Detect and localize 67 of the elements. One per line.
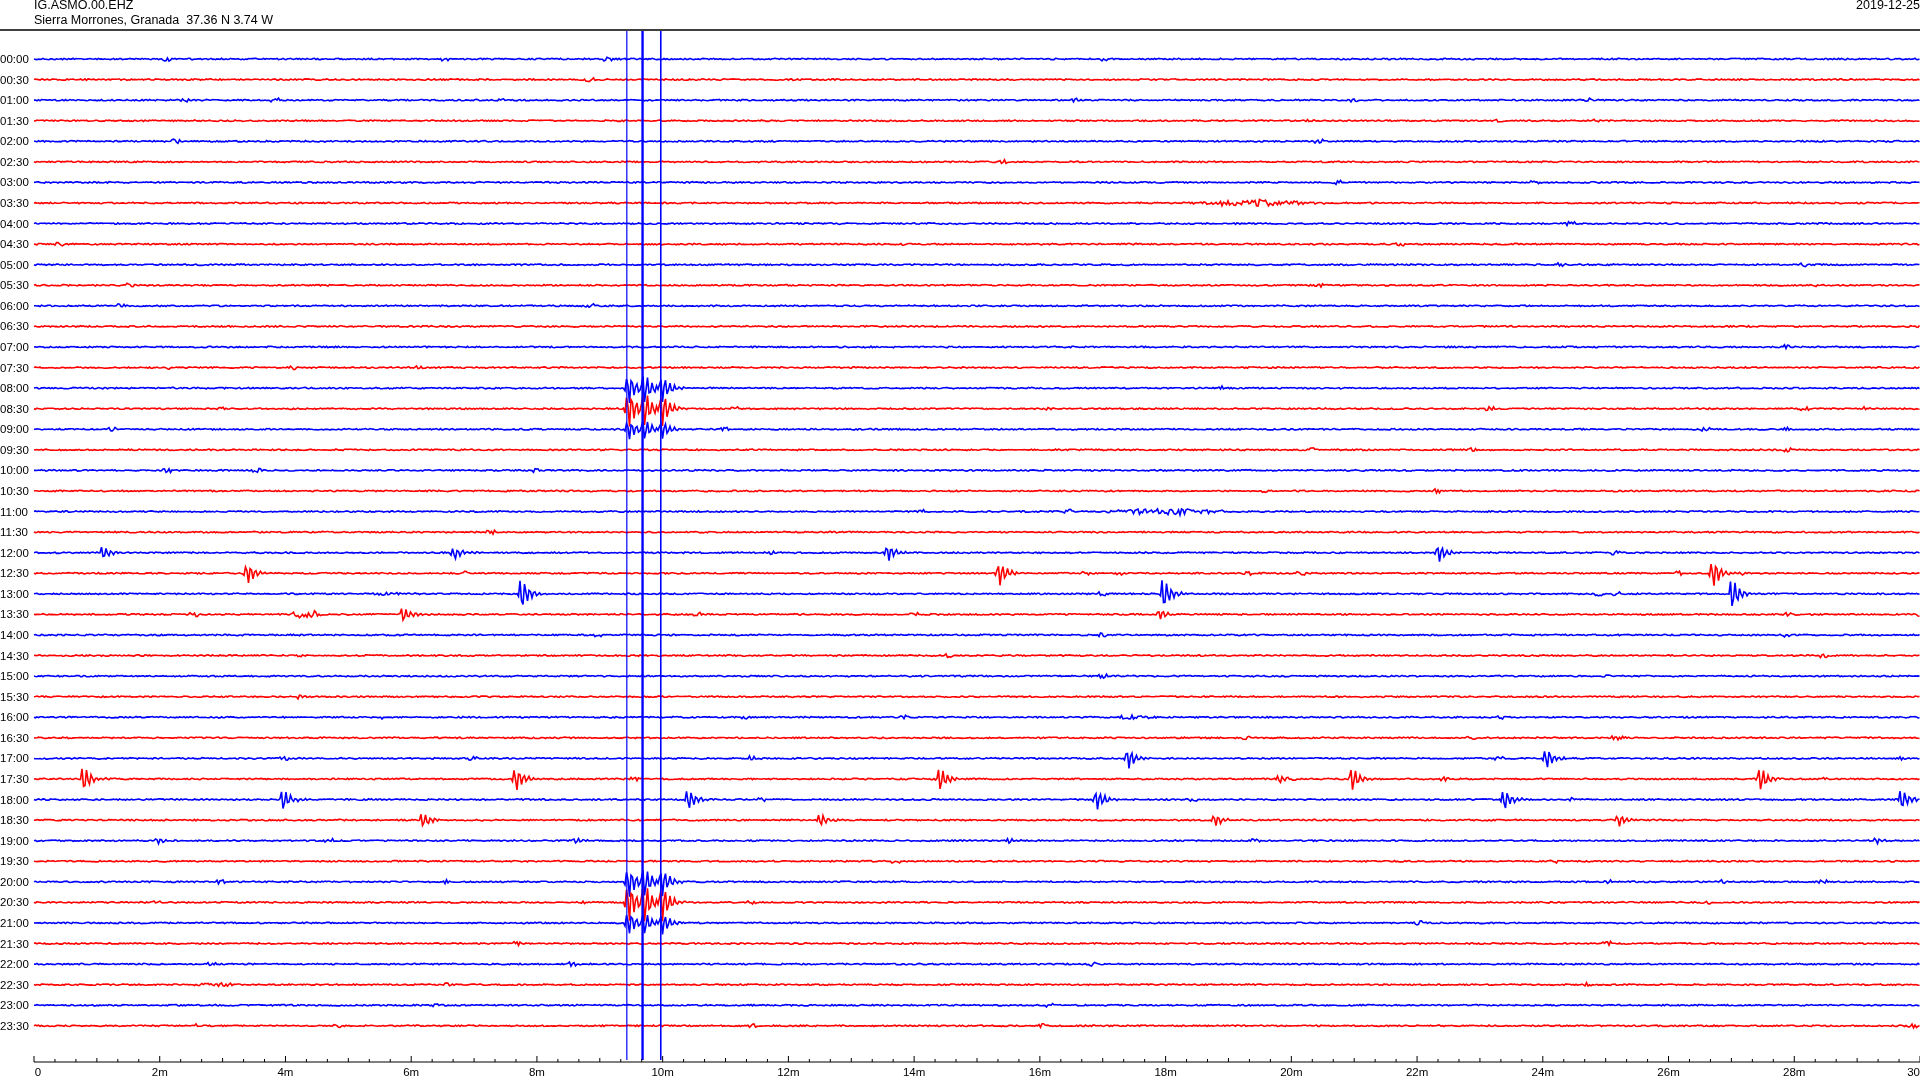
axis-label: 18m xyxy=(1154,1066,1177,1078)
time-label: 02:30 xyxy=(0,155,29,168)
time-label: 04:00 xyxy=(0,217,29,230)
time-label: 19:00 xyxy=(0,834,29,847)
time-label: 02:00 xyxy=(0,135,29,148)
time-label: 21:30 xyxy=(0,937,29,950)
time-label: 00:30 xyxy=(0,73,29,86)
time-label: 06:30 xyxy=(0,320,29,333)
time-label: 10:00 xyxy=(0,464,29,477)
axis-label: 4m xyxy=(277,1066,294,1078)
axis-label: 16m xyxy=(1028,1066,1052,1078)
time-label: 18:30 xyxy=(0,814,29,827)
axis-label: 28m xyxy=(1783,1066,1806,1078)
time-label: 13:00 xyxy=(0,587,29,600)
axis-label: 14m xyxy=(902,1066,926,1078)
time-label: 12:30 xyxy=(0,567,29,580)
axis-label: 2m xyxy=(151,1066,168,1078)
axis-label: 30 xyxy=(1907,1066,1920,1078)
time-label: 07:30 xyxy=(0,361,29,374)
time-label: 23:30 xyxy=(0,1019,29,1032)
time-label: 11:30 xyxy=(0,526,28,539)
time-label: 09:00 xyxy=(0,423,29,436)
time-label: 12:00 xyxy=(0,546,29,559)
axis-label: 24m xyxy=(1531,1066,1554,1078)
time-label: 23:00 xyxy=(0,999,29,1012)
time-label: 08:30 xyxy=(0,402,29,415)
station-code: IG.ASMO.00.EHZ xyxy=(34,0,135,13)
time-label: 08:00 xyxy=(0,382,29,395)
time-label: 14:30 xyxy=(0,649,29,662)
time-label: 16:00 xyxy=(0,711,29,724)
time-label: 18:00 xyxy=(0,793,29,806)
time-label: 03:30 xyxy=(0,197,29,209)
time-label: 01:00 xyxy=(0,94,29,107)
axis-label: 12m xyxy=(777,1066,800,1078)
time-label: 22:30 xyxy=(0,978,29,991)
time-label: 07:00 xyxy=(0,341,29,353)
axis-label: 10m xyxy=(651,1066,674,1078)
axis-label: 6m xyxy=(403,1066,420,1078)
time-label: 17:00 xyxy=(0,752,29,765)
time-label: 09:30 xyxy=(0,443,29,456)
axis-label: 0 xyxy=(34,1066,42,1078)
time-label: 04:30 xyxy=(0,238,29,251)
time-label: 14:00 xyxy=(0,628,29,641)
time-label: 20:00 xyxy=(0,875,29,888)
time-label: 11:00 xyxy=(0,505,28,518)
time-label: 10:30 xyxy=(0,484,29,497)
date-label: 2019-12-25 xyxy=(1856,0,1920,13)
time-label: 01:30 xyxy=(0,114,29,127)
time-label: 15:00 xyxy=(0,670,29,683)
time-label: 13:30 xyxy=(0,608,29,621)
time-label: 03:00 xyxy=(0,176,29,189)
time-label: 15:30 xyxy=(0,690,29,703)
time-label: 17:30 xyxy=(0,772,29,785)
axis-label: 26m xyxy=(1657,1066,1680,1078)
axis-label: 22m xyxy=(1405,1066,1429,1078)
time-label: 00:00 xyxy=(0,53,29,65)
time-label: 05:00 xyxy=(0,258,29,271)
time-label: 22:00 xyxy=(0,958,29,971)
time-label: 21:00 xyxy=(0,916,29,929)
axis-label: 8m xyxy=(528,1066,545,1078)
time-label: 06:00 xyxy=(0,299,29,312)
time-label: 19:30 xyxy=(0,855,29,868)
time-label: 05:30 xyxy=(0,279,29,292)
station-location: Sierra Morrones, Granada 37.36 N 3.74 W xyxy=(34,13,273,28)
time-label: 16:30 xyxy=(0,731,29,744)
axis-label: 20m xyxy=(1280,1066,1303,1078)
time-label: 20:30 xyxy=(0,896,29,909)
